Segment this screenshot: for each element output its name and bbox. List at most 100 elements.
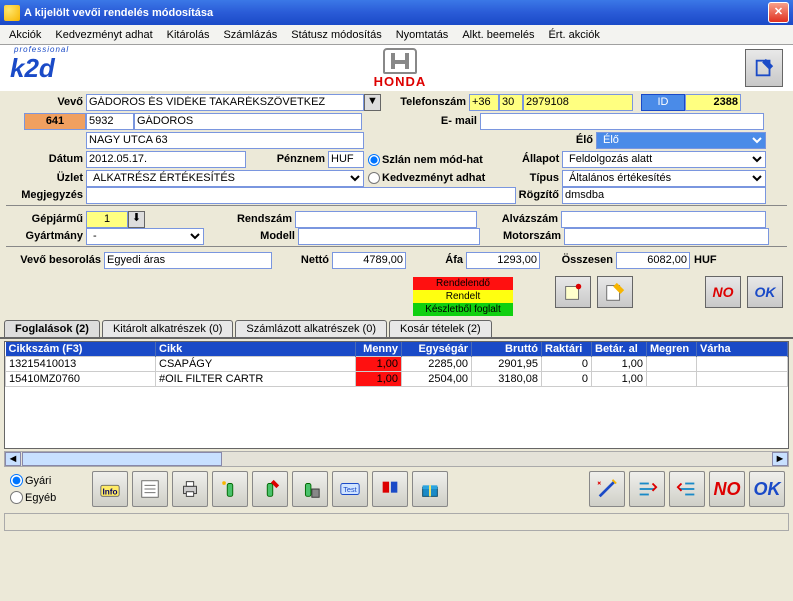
- motorszam-input[interactable]: [564, 228, 769, 245]
- menu-kitarolas[interactable]: Kitárolás: [160, 27, 217, 43]
- label-uzlet: Üzlet: [6, 172, 86, 184]
- indent-right-button[interactable]: [669, 471, 705, 507]
- code1-input[interactable]: [24, 113, 86, 130]
- uzlet-select[interactable]: ALKATRÉSZ ÉRTÉKESÍTÉS: [86, 170, 364, 187]
- vevo-input[interactable]: [86, 94, 364, 111]
- label-alvazszam: Alvázszám: [477, 213, 561, 225]
- attach-note-button[interactable]: [555, 276, 591, 308]
- col-egysegar[interactable]: Egységár: [402, 342, 472, 357]
- menu-ert-akciok[interactable]: Ért. akciók: [541, 27, 606, 43]
- gepjarmu-input[interactable]: [86, 211, 128, 228]
- tab-foglalasok[interactable]: Foglalások (2): [4, 320, 100, 337]
- gyartmany-select[interactable]: -: [86, 228, 204, 245]
- edit-doc-button[interactable]: [745, 49, 783, 87]
- label-gyartmany: Gyártmány: [6, 230, 86, 242]
- tab-szamlazott[interactable]: Számlázott alkatrészek (0): [235, 320, 387, 337]
- col-cikk[interactable]: Cikk: [156, 342, 356, 357]
- svg-text:Info: Info: [102, 488, 117, 497]
- bottom-toolbar: Gyári Egyéb Info Test NO OK: [0, 467, 793, 511]
- rogzito-input[interactable]: [562, 187, 766, 204]
- label-datum: Dátum: [6, 153, 86, 165]
- label-huf: HUF: [690, 254, 724, 266]
- gift-button[interactable]: [412, 471, 448, 507]
- info-button[interactable]: Info: [92, 471, 128, 507]
- test-button[interactable]: Test: [332, 471, 368, 507]
- bottom-no-button[interactable]: NO: [709, 471, 745, 507]
- rendszam-input[interactable]: [295, 211, 477, 228]
- edit-item-button[interactable]: [252, 471, 288, 507]
- tipus-select[interactable]: Általános értékesítés: [562, 170, 766, 187]
- info-icon: Info: [99, 478, 121, 500]
- parts-table[interactable]: Cikkszám (F3) Cikk Menny Egységár Bruttó…: [4, 341, 789, 449]
- radio-gyari[interactable]: Gyári: [10, 472, 56, 489]
- besorolas-input[interactable]: [104, 252, 272, 269]
- scroll-thumb[interactable]: [22, 452, 222, 466]
- code2-input[interactable]: [86, 113, 134, 130]
- gepjarmu-down-button[interactable]: ⬇: [128, 211, 145, 228]
- radio-egyeb[interactable]: Egyéb: [10, 489, 56, 506]
- lines-left-icon: [636, 478, 658, 500]
- lines-right-icon: [676, 478, 698, 500]
- k2d-logo: k2dprofessional: [10, 53, 55, 84]
- table-row[interactable]: 15410MZ0760 #OIL FILTER CARTR 1,00 2504,…: [6, 372, 788, 387]
- label-afa: Áfa: [406, 254, 466, 266]
- col-cikkszam[interactable]: Cikkszám (F3): [6, 342, 156, 357]
- col-megren[interactable]: Megren: [647, 342, 697, 357]
- table-row[interactable]: 13215410013 CSAPÁGY 1,00 2285,00 2901,95…: [6, 357, 788, 372]
- col-varha[interactable]: Várha: [697, 342, 788, 357]
- id-input[interactable]: [685, 94, 741, 111]
- radio-szlan[interactable]: Szlán nem mód-hat: [368, 154, 522, 166]
- menu-statusz[interactable]: Státusz módosítás: [284, 27, 389, 43]
- afa-input[interactable]: [466, 252, 540, 269]
- delete-item-button[interactable]: [292, 471, 328, 507]
- addr-input[interactable]: [86, 132, 364, 149]
- scroll-left-icon[interactable]: ◄: [5, 452, 21, 466]
- col-raktari[interactable]: Raktári: [542, 342, 592, 357]
- tab-kosar[interactable]: Kosár tételek (2): [389, 320, 492, 337]
- datum-input[interactable]: [86, 151, 246, 168]
- email-input[interactable]: [480, 113, 764, 130]
- penznem-input[interactable]: [328, 151, 364, 168]
- phone-num-input[interactable]: [523, 94, 633, 111]
- megjegyzes-input[interactable]: [86, 187, 516, 204]
- menu-beemeles[interactable]: Alkt. beemelés: [455, 27, 541, 43]
- indent-left-button[interactable]: [629, 471, 665, 507]
- flags-button[interactable]: [372, 471, 408, 507]
- label-rogzito: Rögzítő: [516, 189, 562, 201]
- menu-akciok[interactable]: Akciók: [2, 27, 48, 43]
- attach-edit-button[interactable]: [597, 276, 633, 308]
- elo-select[interactable]: Élő: [596, 132, 766, 149]
- radio-kedvezmeny[interactable]: Kedvezményt adhat: [368, 172, 522, 184]
- bottom-ok-button[interactable]: OK: [749, 471, 785, 507]
- new-item-button[interactable]: [212, 471, 248, 507]
- menu-nyomtatas[interactable]: Nyomtatás: [389, 27, 456, 43]
- menu-kedvezmeny[interactable]: Kedvezményt adhat: [48, 27, 159, 43]
- osszesen-input[interactable]: [616, 252, 690, 269]
- app-icon: [4, 5, 20, 21]
- close-button[interactable]: ✕: [768, 2, 789, 23]
- list-button[interactable]: [132, 471, 168, 507]
- scroll-right-icon[interactable]: ►: [772, 452, 788, 466]
- horizontal-scrollbar[interactable]: ◄ ►: [4, 451, 789, 467]
- col-brutto[interactable]: Bruttó: [472, 342, 542, 357]
- menu-szamlazas[interactable]: Számlázás: [216, 27, 284, 43]
- no-button[interactable]: NO: [705, 276, 741, 308]
- tab-kitarolt[interactable]: Kitárolt alkatrészek (0): [102, 320, 233, 337]
- city-input[interactable]: [134, 113, 362, 130]
- phone-area-input[interactable]: [499, 94, 523, 111]
- label-osszesen: Összesen: [540, 254, 616, 266]
- netto-input[interactable]: [332, 252, 406, 269]
- col-menny[interactable]: Menny: [356, 342, 402, 357]
- print-button[interactable]: [172, 471, 208, 507]
- label-telefon: Telefonszám: [381, 96, 469, 108]
- label-modell: Modell: [204, 230, 298, 242]
- col-betar[interactable]: Betár. al: [592, 342, 647, 357]
- ok-button[interactable]: OK: [747, 276, 783, 308]
- alvazszam-input[interactable]: [561, 211, 766, 228]
- vevo-lookup-button[interactable]: ▼: [364, 94, 381, 111]
- allapot-select[interactable]: Feldolgozás alatt: [562, 151, 766, 168]
- phone-cc-input[interactable]: [469, 94, 499, 111]
- label-penznem: Pénznem: [246, 153, 328, 165]
- modell-input[interactable]: [298, 228, 480, 245]
- wand-button[interactable]: [589, 471, 625, 507]
